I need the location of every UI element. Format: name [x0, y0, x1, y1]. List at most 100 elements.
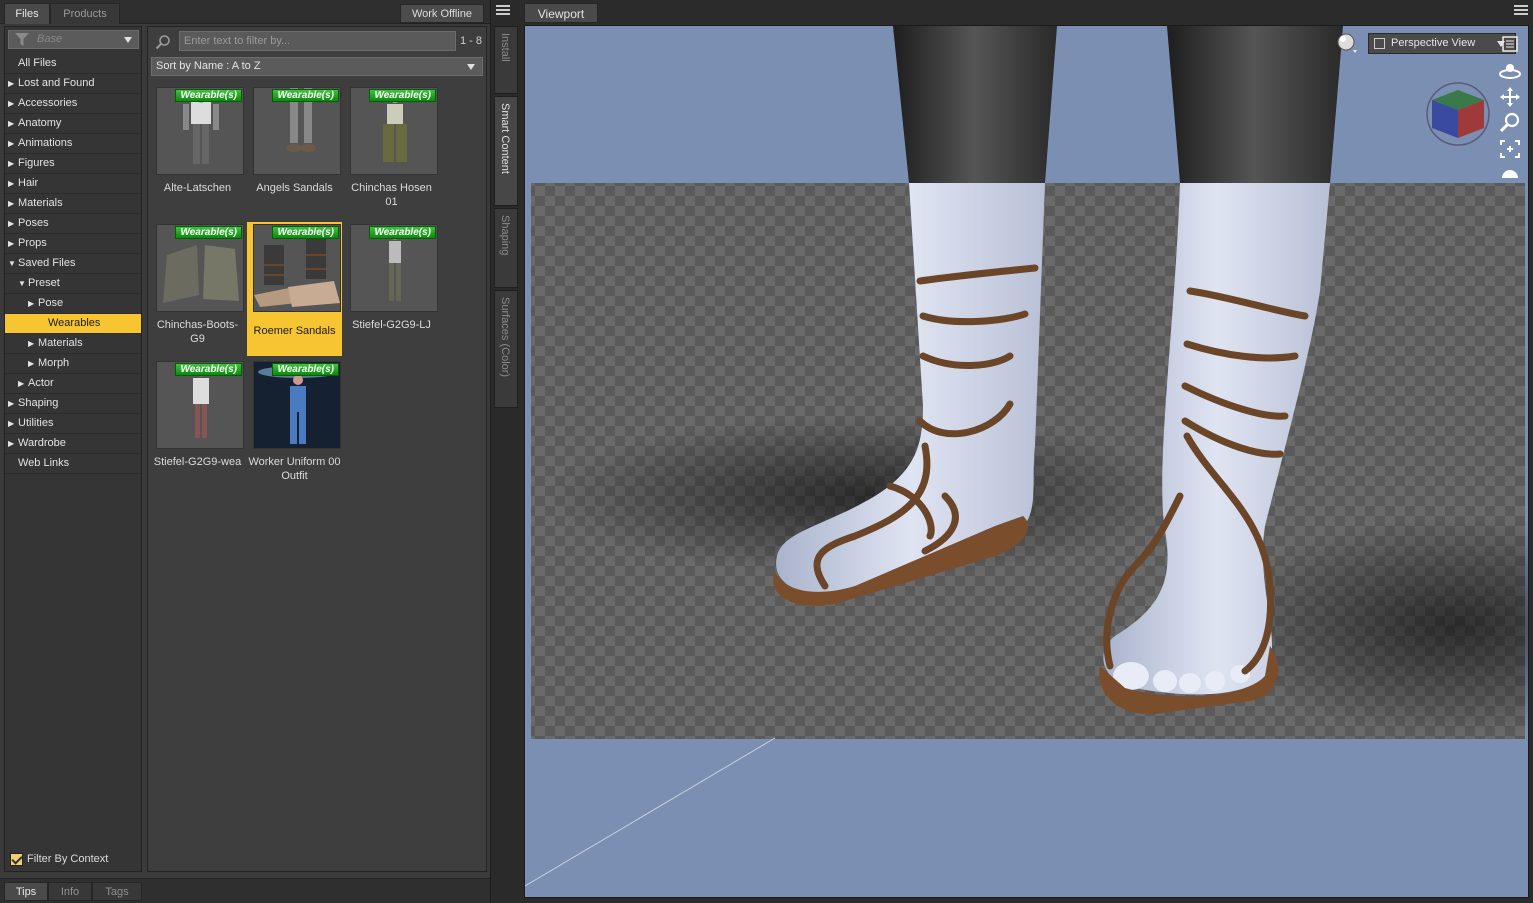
asset-thumbnail[interactable]: Wearable(s) [253, 87, 341, 175]
orbit-icon[interactable] [1498, 60, 1522, 82]
tree-item-hair[interactable]: ▶ Hair [5, 174, 141, 194]
expanded-arrow-icon[interactable]: ▼ [8, 254, 16, 273]
tab-surfaces[interactable]: Surfaces (Color) [494, 290, 518, 408]
tree-item-saved-files[interactable]: ▼ Saved Files [5, 254, 141, 274]
tab-shaping-label: Shaping [499, 215, 511, 256]
tree-item-label: All Files [18, 57, 57, 69]
tab-products[interactable]: Products [50, 3, 120, 24]
search-icon [155, 35, 170, 50]
collapsed-arrow-icon[interactable]: ▶ [8, 134, 14, 153]
tree-item-lost-and-found[interactable]: ▶ Lost and Found [5, 74, 141, 94]
asset-thumbnail[interactable]: Wearable(s) [253, 361, 341, 449]
zoom-icon[interactable] [1498, 112, 1522, 134]
collapsed-arrow-icon[interactable]: ▶ [8, 214, 14, 233]
pan-icon[interactable] [1498, 86, 1522, 108]
tab-install-label: Install [499, 33, 511, 62]
viewport-menu-icon[interactable] [1514, 4, 1528, 16]
tree-item-web-links[interactable]: Web Links [5, 454, 141, 474]
tree-item-actor[interactable]: ▶ Actor [5, 374, 141, 394]
asset-thumbnail[interactable]: Wearable(s) [350, 224, 438, 312]
tree-item-anatomy[interactable]: ▶ Anatomy [5, 114, 141, 134]
asset-tile[interactable]: Wearable(s) Alte-Latschen [150, 85, 245, 219]
base-filter-text: Base [37, 33, 63, 45]
collapsed-arrow-icon[interactable]: ▶ [28, 334, 34, 353]
tree-item-label: Pose [38, 297, 64, 309]
collapsed-arrow-icon[interactable]: ▶ [18, 374, 24, 393]
collapsed-arrow-icon[interactable]: ▶ [28, 294, 34, 313]
tree-item-poses[interactable]: ▶ Poses [5, 214, 141, 234]
collapsed-arrow-icon[interactable]: ▶ [8, 394, 14, 413]
tab-files[interactable]: Files [4, 3, 50, 24]
3d-viewport[interactable]: Perspective View [524, 25, 1529, 898]
tab-info[interactable]: Info [48, 882, 92, 901]
asset-tile[interactable]: Wearable(s) Roemer Sandals [247, 222, 342, 356]
asset-tile[interactable]: Wearable(s) Chinchas Hosen 01 [344, 85, 439, 219]
collapsed-arrow-icon[interactable]: ▶ [8, 74, 14, 93]
asset-thumbnail[interactable]: Wearable(s) [156, 224, 244, 312]
tree-item-wardrobe[interactable]: ▶ Wardrobe [5, 434, 141, 454]
tree-item-morph[interactable]: ▶ Morph [5, 354, 141, 374]
collapsed-arrow-icon[interactable]: ▶ [8, 434, 14, 453]
tree-item-label: Poses [18, 217, 49, 229]
tree-item-animations[interactable]: ▶ Animations [5, 134, 141, 154]
tree-item-utilities[interactable]: ▶ Utilities [5, 414, 141, 434]
asset-name: Chinchas Hosen 01 [351, 182, 432, 208]
filter-input[interactable] [179, 31, 456, 51]
collapsed-arrow-icon[interactable]: ▶ [8, 414, 14, 433]
expanded-arrow-icon[interactable]: ▼ [18, 274, 26, 293]
tab-shaping[interactable]: Shaping [494, 208, 518, 288]
tree-item-label: Anatomy [18, 117, 62, 129]
tree-item-shaping[interactable]: ▶ Shaping [5, 394, 141, 414]
asset-tile[interactable]: Wearable(s) Stiefel-G2G9-LJ [344, 222, 439, 356]
tree-item-pose[interactable]: ▶ Pose [5, 294, 141, 314]
asset-tile[interactable]: Wearable(s) Chinchas-Boots-G9 [150, 222, 245, 356]
base-filter-select[interactable]: Base [8, 30, 139, 49]
asset-thumbnail[interactable]: Wearable(s) [350, 87, 438, 175]
category-tree-panel: Base All Files ▶ Lost and Found ▶ Accessorie… [4, 26, 142, 872]
filter-by-context-checkbox[interactable]: Filter By Context [10, 851, 108, 867]
tree-item-preset[interactable]: ▼ Preset [5, 274, 141, 294]
viewport-options-icon[interactable] [1498, 33, 1522, 55]
filter-icon [15, 33, 29, 46]
tab-smart-content[interactable]: Smart Content [494, 96, 518, 206]
tree-item-props[interactable]: ▶ Props [5, 234, 141, 254]
tree-item-accessories[interactable]: ▶ Accessories [5, 94, 141, 114]
asset-tile[interactable]: Wearable(s) Angels Sandals [247, 85, 342, 219]
tab-viewport[interactable]: Viewport [524, 3, 598, 23]
asset-tile[interactable]: Wearable(s) Worker Uniform 00 Outfit [247, 359, 342, 493]
asset-name: Alte-Latschen [163, 182, 232, 194]
tree-item-label: Materials [38, 337, 83, 349]
collapsed-arrow-icon[interactable]: ▶ [8, 174, 14, 193]
asset-thumbnail[interactable]: Wearable(s) [253, 224, 341, 312]
tab-install[interactable]: Install [494, 26, 518, 94]
collapsed-arrow-icon[interactable]: ▶ [8, 94, 14, 113]
asset-tile[interactable]: Wearable(s) Stiefel-G2G9-wea [150, 359, 245, 493]
tree-item-all-files[interactable]: All Files [5, 54, 141, 74]
sort-select[interactable]: Sort by Name : A to Z [151, 57, 483, 76]
panel-menu-icon[interactable] [496, 4, 510, 16]
tree-item-label: Web Links [18, 457, 70, 469]
tab-tags[interactable]: Tags [92, 882, 142, 901]
tree-item-materials[interactable]: ▶ Materials [5, 334, 141, 354]
frame-icon[interactable] [1498, 138, 1522, 160]
asset-name: Angels Sandals [256, 182, 333, 194]
roll-icon[interactable] [1498, 164, 1522, 186]
category-tree: All Files ▶ Lost and Found ▶ Accessories ▶ Ana… [5, 54, 141, 474]
tree-item-figures[interactable]: ▶ Figures [5, 154, 141, 174]
view-camera-select[interactable]: Perspective View [1368, 33, 1516, 54]
tab-tips[interactable]: Tips [4, 882, 48, 901]
collapsed-arrow-icon[interactable]: ▶ [8, 154, 14, 173]
work-offline-button[interactable]: Work Offline [400, 4, 484, 23]
asset-thumbnail[interactable]: Wearable(s) [156, 361, 244, 449]
collapsed-arrow-icon[interactable]: ▶ [8, 194, 14, 213]
collapsed-arrow-icon[interactable]: ▶ [8, 114, 14, 133]
wearable-badge: Wearable(s) [369, 226, 436, 239]
tree-item-materials[interactable]: ▶ Materials [5, 194, 141, 214]
view-cube[interactable] [1420, 78, 1494, 146]
tree-item-wearables[interactable]: Wearables [5, 314, 141, 334]
asset-thumbnail[interactable]: Wearable(s) [156, 87, 244, 175]
draw-style-icon[interactable] [1336, 32, 1360, 56]
camera-view-icon [1374, 38, 1385, 49]
collapsed-arrow-icon[interactable]: ▶ [8, 234, 14, 253]
collapsed-arrow-icon[interactable]: ▶ [28, 354, 34, 373]
